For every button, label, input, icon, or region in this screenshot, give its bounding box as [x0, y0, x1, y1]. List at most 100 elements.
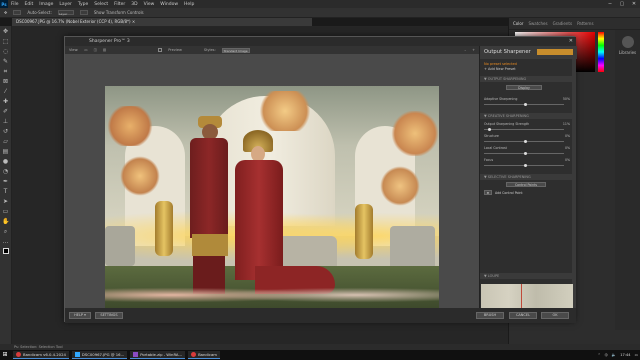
- taskbar-item-winrar[interactable]: Portable.zip - WinRA...: [130, 351, 186, 359]
- section-creative-sharpening[interactable]: ▼ CREATIVE SHARPENING: [480, 113, 572, 119]
- adaptive-sharpening-knob[interactable]: [524, 103, 527, 106]
- brush-button[interactable]: BRUSH: [476, 312, 504, 319]
- windows-start-icon[interactable]: ⊞: [0, 350, 10, 360]
- strength-slider[interactable]: [484, 128, 564, 131]
- structure-slider[interactable]: [484, 140, 564, 143]
- adaptive-sharpening-slider[interactable]: [484, 103, 564, 106]
- creative-value-structure[interactable]: 0%: [565, 134, 570, 138]
- menu-3d[interactable]: 3D: [128, 2, 140, 7]
- healing-icon[interactable]: ✚: [2, 98, 9, 105]
- hand-icon[interactable]: ✋: [2, 218, 9, 225]
- creative-value-focus[interactable]: 0%: [565, 158, 570, 162]
- creative-value-strength[interactable]: 11%: [563, 122, 570, 126]
- section-selective-sharpening[interactable]: ▼ SELECTIVE SHARPENING: [480, 174, 572, 180]
- minimize-button[interactable]: ─: [604, 0, 616, 8]
- settings-button[interactable]: SETTINGS: [95, 312, 123, 319]
- quick-select-icon[interactable]: ✎: [2, 58, 9, 65]
- preview-checkbox[interactable]: [158, 48, 163, 52]
- tab-gradients[interactable]: Gradients: [553, 21, 573, 26]
- menu-layer[interactable]: Layer: [56, 2, 75, 7]
- stamp-icon[interactable]: ⊥: [2, 118, 9, 125]
- zoom-out-icon[interactable]: –: [464, 48, 466, 52]
- focus-knob[interactable]: [524, 164, 527, 167]
- brush-icon[interactable]: ✐: [2, 108, 9, 115]
- gradient-icon[interactable]: ▤: [2, 148, 9, 155]
- display-dropdown[interactable]: Display: [506, 85, 542, 90]
- control-points-dropdown[interactable]: Control Points: [506, 182, 546, 187]
- side-view-icon[interactable]: ▥: [103, 48, 106, 52]
- add-control-point-icon[interactable]: ⊕: [484, 190, 492, 195]
- local-contrast-knob[interactable]: [524, 152, 527, 155]
- zoom-icon[interactable]: ⌕: [2, 228, 9, 235]
- shape-icon[interactable]: ▭: [2, 208, 9, 215]
- dialog-close-icon[interactable]: ✕: [569, 37, 573, 46]
- frame-icon[interactable]: ⊠: [2, 78, 9, 85]
- split-view-icon[interactable]: ◫: [94, 48, 97, 52]
- blur-icon[interactable]: ●: [2, 158, 9, 165]
- photoshop-logo[interactable]: Ps: [0, 0, 8, 8]
- menu-view[interactable]: View: [141, 2, 158, 7]
- taskbar-item-bandicam[interactable]: Bandicam: [188, 351, 220, 359]
- preview-area[interactable]: DSC00967.JPG 66.83 × 15.01 cm, 72 ppcm: [65, 54, 479, 318]
- pen-icon[interactable]: ✒: [2, 178, 9, 185]
- eraser-icon[interactable]: ▱: [2, 138, 9, 145]
- local-contrast-slider[interactable]: [484, 152, 564, 155]
- volume-icon[interactable]: 🔈: [612, 353, 616, 357]
- taskbar-item-photoshop[interactable]: DSC00967.JPG @ 16...: [71, 351, 128, 359]
- zoom-in-icon[interactable]: +: [472, 48, 475, 52]
- document-tab[interactable]: DSC00967.JPG @ 16.7% (Nobel Exterior (CC…: [12, 18, 312, 26]
- control-pane-scrollbar[interactable]: [572, 59, 576, 309]
- add-control-point-label[interactable]: Add Control Point: [495, 191, 523, 195]
- strength-knob[interactable]: [488, 128, 491, 131]
- maximize-button[interactable]: ▢: [616, 0, 628, 8]
- network-icon[interactable]: ⌬: [605, 353, 608, 357]
- ok-button[interactable]: OK: [541, 312, 569, 319]
- menu-file[interactable]: File: [8, 2, 22, 7]
- menu-select[interactable]: Select: [91, 2, 111, 7]
- move-icon[interactable]: ✥: [2, 28, 9, 35]
- tray-chevron-icon[interactable]: ⌃: [598, 353, 601, 357]
- eyedropper-icon[interactable]: ⁄: [2, 88, 9, 95]
- loupe-header[interactable]: ▼ LOUPE: [480, 273, 572, 279]
- type-icon[interactable]: T: [2, 188, 9, 195]
- tab-swatches[interactable]: Swatches: [528, 21, 547, 26]
- help-button[interactable]: HELP ▾: [69, 312, 91, 319]
- section-output-sharpening[interactable]: ▼ OUTPUT SHARPENING: [480, 76, 572, 82]
- menu-edit[interactable]: Edit: [22, 2, 37, 7]
- adaptive-sharpening-value[interactable]: 50%: [563, 97, 570, 101]
- creative-value-local-contrast[interactable]: 0%: [565, 146, 570, 150]
- add-preset-button[interactable]: + Add New Preset: [484, 67, 516, 71]
- menu-filter[interactable]: Filter: [111, 2, 128, 7]
- menu-type[interactable]: Type: [75, 2, 91, 7]
- focus-slider[interactable]: [484, 164, 564, 167]
- close-button[interactable]: ✕: [628, 0, 640, 8]
- layer-dropdown[interactable]: Layer: [57, 10, 74, 16]
- path-select-icon[interactable]: ➤: [2, 198, 9, 205]
- single-view-icon[interactable]: ▭: [84, 48, 87, 52]
- foreground-color-swatch[interactable]: [2, 248, 9, 254]
- menu-image[interactable]: Image: [36, 2, 56, 7]
- hue-slider[interactable]: [598, 32, 604, 72]
- crop-icon[interactable]: ⌗: [2, 68, 9, 75]
- auto-select-checkbox[interactable]: [13, 10, 22, 15]
- styles-dropdown[interactable]: Standard Image: [221, 47, 250, 53]
- cancel-button[interactable]: CANCEL: [509, 312, 537, 319]
- tab-patterns[interactable]: Patterns: [577, 21, 593, 26]
- tab-color[interactable]: Color: [513, 21, 523, 26]
- marquee-icon[interactable]: ⬚: [2, 38, 9, 45]
- loupe-view[interactable]: [481, 284, 573, 308]
- more-tools-icon[interactable]: …: [2, 238, 9, 245]
- libraries-icon[interactable]: [621, 36, 634, 48]
- dodge-icon[interactable]: ◔: [2, 168, 9, 175]
- history-brush-icon[interactable]: ↺: [2, 128, 9, 135]
- menu-help[interactable]: Help: [181, 2, 197, 7]
- libraries-label[interactable]: Libraries: [615, 50, 640, 55]
- clock[interactable]: 17:44: [620, 353, 630, 357]
- move-tool-icon[interactable]: ✥: [4, 10, 7, 15]
- notification-icon[interactable]: ▭: [635, 353, 638, 357]
- show-transform-checkbox[interactable]: [79, 10, 88, 15]
- menu-window[interactable]: Window: [157, 2, 181, 7]
- taskbar-item-bandicam-app[interactable]: Bandicam v6.0.4.2024: [13, 351, 69, 359]
- lasso-icon[interactable]: ◌: [2, 48, 9, 55]
- structure-knob[interactable]: [524, 140, 527, 143]
